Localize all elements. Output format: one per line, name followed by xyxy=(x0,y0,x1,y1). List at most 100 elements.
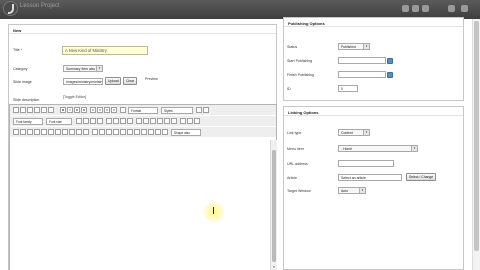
row-after-icon[interactable] xyxy=(41,129,47,135)
new-doc-icon[interactable] xyxy=(13,107,19,113)
article-input[interactable]: Select an article xyxy=(338,174,402,181)
paste-icon[interactable] xyxy=(83,118,89,124)
merge-cells-icon[interactable] xyxy=(83,129,89,135)
anchor-icon[interactable] xyxy=(150,118,156,124)
start-publishing-input[interactable] xyxy=(338,57,386,64)
special-char-icon[interactable] xyxy=(127,129,133,135)
help-icon[interactable] xyxy=(461,5,468,12)
select-change-button[interactable]: Select / Change xyxy=(406,173,436,181)
finish-publishing-input[interactable] xyxy=(338,71,386,78)
cleanup-icon[interactable] xyxy=(164,118,170,124)
link-icon[interactable] xyxy=(136,118,142,124)
paste-word-icon[interactable] xyxy=(97,118,103,124)
cell-props-icon[interactable] xyxy=(27,129,33,135)
status-label: Status xyxy=(287,45,298,49)
page-scrollbar[interactable] xyxy=(472,19,480,270)
row-props-icon[interactable] xyxy=(20,129,26,135)
remove-format-icon[interactable] xyxy=(99,129,105,135)
start-publishing-label: Start Publishing xyxy=(287,59,313,63)
styles-select[interactable]: Styles xyxy=(161,107,193,114)
search-icon[interactable] xyxy=(41,107,47,113)
media-icon[interactable] xyxy=(141,129,147,135)
restore-icon[interactable] xyxy=(412,5,419,12)
unlink-icon[interactable] xyxy=(143,118,149,124)
date-icon[interactable] xyxy=(180,118,186,124)
linking-heading: Linking Options xyxy=(284,107,463,116)
clear-button[interactable]: Clear xyxy=(123,77,137,85)
table-icon[interactable] xyxy=(13,129,19,135)
superscript-icon[interactable] xyxy=(120,129,126,135)
hr-icon[interactable] xyxy=(92,129,98,135)
link-type-select[interactable]: Content ▾ xyxy=(338,129,370,136)
col-before-icon[interactable] xyxy=(55,129,61,135)
time-icon[interactable] xyxy=(187,118,193,124)
editor-toolbar-row-2: Font family Font size xyxy=(10,116,276,126)
cut-icon[interactable] xyxy=(196,107,202,113)
bold-button[interactable]: B xyxy=(60,107,66,113)
link-type-label: Link type xyxy=(287,131,302,135)
upload-button[interactable]: Upload xyxy=(105,77,121,85)
minimize-icon[interactable] xyxy=(402,5,409,12)
fullscreen-icon[interactable] xyxy=(148,129,154,135)
emotions-icon[interactable] xyxy=(134,129,140,135)
preview-icon[interactable] xyxy=(194,118,200,124)
settings-icon[interactable] xyxy=(448,5,455,12)
indent-icon[interactable] xyxy=(127,118,133,124)
strikethrough-button[interactable]: S xyxy=(81,107,87,113)
linking-options-panel: Linking Options Link type Content ▾ Menu… xyxy=(283,106,464,270)
redo-icon[interactable] xyxy=(34,107,40,113)
align-justify-button[interactable]: ≡ xyxy=(111,107,117,113)
calendar-icon[interactable] xyxy=(387,58,393,64)
font-size-select[interactable]: Font size xyxy=(46,118,72,125)
chevron-down-icon: ▾ xyxy=(359,188,365,193)
article-label: Article xyxy=(287,176,297,180)
code-icon[interactable] xyxy=(171,118,177,124)
align-center-button[interactable]: ≡ xyxy=(97,107,103,113)
underline-button[interactable]: U xyxy=(74,107,80,113)
shape-select[interactable]: Shape also xyxy=(171,129,201,136)
toggle-editor-link[interactable]: [Toggle Editor] xyxy=(63,95,86,99)
replace-icon[interactable] xyxy=(48,107,54,113)
split-cells-icon[interactable] xyxy=(76,129,82,135)
styleprops-icon[interactable] xyxy=(120,107,126,113)
close-icon[interactable] xyxy=(422,5,429,12)
rtl-icon[interactable] xyxy=(162,129,168,135)
italic-button[interactable]: I xyxy=(67,107,73,113)
templates-icon[interactable] xyxy=(20,107,26,113)
title-input[interactable]: A New Kind of Ministry xyxy=(62,46,148,55)
font-family-select[interactable]: Font family xyxy=(13,118,43,125)
visual-aid-icon[interactable] xyxy=(106,129,112,135)
copy-icon[interactable] xyxy=(203,107,209,113)
subscript-icon[interactable] xyxy=(113,129,119,135)
editor-content-area[interactable] xyxy=(10,140,270,270)
scroll-down-icon[interactable]: ▼ xyxy=(271,265,277,270)
align-right-button[interactable]: ≡ xyxy=(104,107,110,113)
page-scroll-thumb[interactable] xyxy=(474,21,479,251)
delete-col-icon[interactable] xyxy=(69,129,75,135)
undo-icon[interactable] xyxy=(27,107,33,113)
target-window-select[interactable]: Auto ▾ xyxy=(338,187,366,194)
text-color-icon[interactable] xyxy=(76,118,82,124)
col-after-icon[interactable] xyxy=(62,129,68,135)
editor-scroll-thumb[interactable] xyxy=(272,150,276,262)
url-address-input[interactable] xyxy=(338,160,394,167)
format-select[interactable]: Format xyxy=(128,107,158,114)
menu-item-select[interactable]: - Home ▾ xyxy=(338,145,418,152)
ltr-icon[interactable] xyxy=(155,129,161,135)
category-select[interactable]: Summary Item also ▾ xyxy=(63,65,103,72)
target-window-label: Target Window xyxy=(287,189,311,193)
calendar-icon[interactable] xyxy=(387,72,393,78)
slide-image-input[interactable]: images/ministry/ministry xyxy=(63,78,103,85)
align-left-button[interactable]: ≡ xyxy=(90,107,96,113)
bullet-list-icon[interactable] xyxy=(106,118,112,124)
status-select[interactable]: Published ▾ xyxy=(338,43,370,50)
delete-row-icon[interactable] xyxy=(48,129,54,135)
image-icon[interactable] xyxy=(157,118,163,124)
row-before-icon[interactable] xyxy=(34,129,40,135)
slide-description-label: Slide description xyxy=(13,98,40,102)
numbered-list-icon[interactable] xyxy=(113,118,119,124)
paste-text-icon[interactable] xyxy=(90,118,96,124)
id-field: 0 xyxy=(338,85,358,92)
editor-scrollbar[interactable]: ▼ xyxy=(270,140,277,270)
outdent-icon[interactable] xyxy=(120,118,126,124)
